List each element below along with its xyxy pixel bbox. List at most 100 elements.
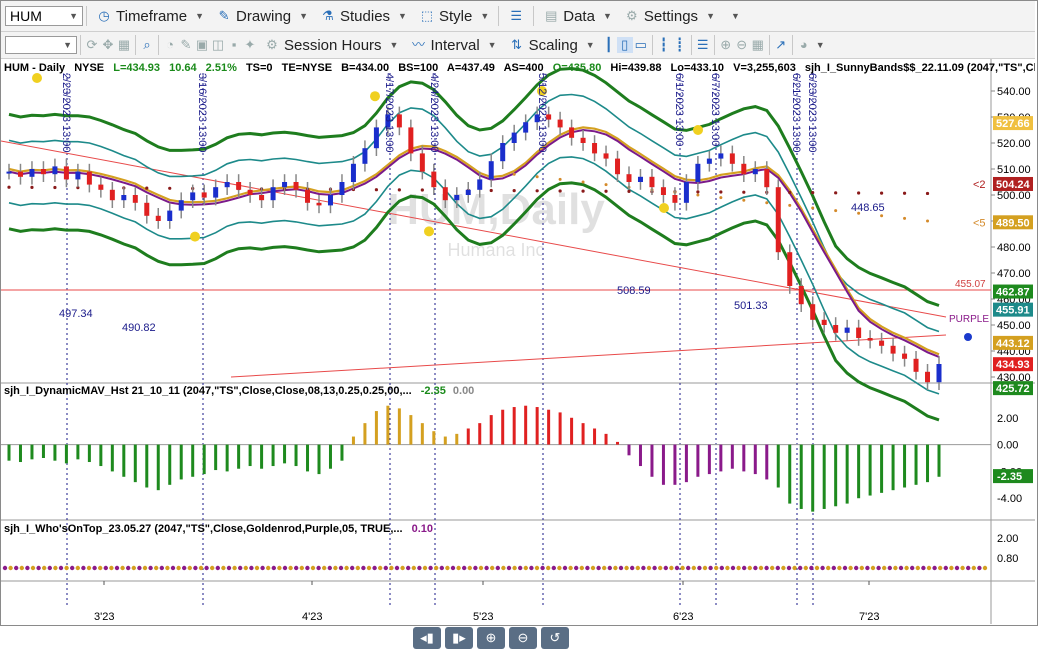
candle-body: [109, 189, 115, 201]
tools-icon[interactable]: ✦: [242, 37, 258, 53]
scroll-left-icon[interactable]: ◂▮: [413, 627, 441, 649]
overflow-button[interactable]: ▼: [721, 4, 746, 28]
whos-on-top-dot: [260, 565, 265, 571]
level-dot: [834, 191, 838, 195]
chart-area[interactable]: HUM,Daily Humana Inc HUM - Daily NYSE L=…: [0, 59, 1038, 649]
interval-button[interactable]: 〰 Interval ▼: [404, 33, 502, 57]
whos-on-top-dot: [607, 565, 612, 571]
settings-button[interactable]: ⚙ Settings ▼: [618, 4, 721, 28]
whos-on-top-dot: [859, 565, 864, 571]
candle-body: [936, 364, 942, 383]
whos-on-top-dot: [792, 565, 797, 571]
chevron-down-icon[interactable]: ▼: [63, 40, 72, 50]
image-icon[interactable]: ▣: [194, 37, 210, 53]
hollow-candle-icon[interactable]: ▭: [633, 37, 649, 53]
style-button[interactable]: ⬚ Style ▼: [413, 4, 495, 28]
whos-on-top-dot: [960, 565, 965, 571]
scaling-button[interactable]: ⇅ Scaling ▼: [503, 33, 601, 57]
pivot-marker: [32, 73, 42, 83]
whos-on-top-dot: [338, 565, 344, 571]
whos-on-top-dot: [198, 565, 204, 571]
clock-icon: ◷: [98, 8, 110, 23]
price-axis-label: 540.00: [997, 86, 1031, 98]
whos-on-top-dot: [204, 565, 209, 571]
grid-view-icon[interactable]: ▦: [750, 37, 766, 53]
date-marker-label: 4/24/2023 13:00: [428, 73, 440, 153]
whos-on-top-dot: [882, 565, 887, 571]
header-bid: B=434.00: [341, 62, 389, 74]
crosshair-icon[interactable]: ✥: [100, 37, 116, 53]
drawing-button[interactable]: ✎ Drawing ▼: [210, 4, 314, 28]
chart-icon[interactable]: ◫: [210, 37, 226, 53]
whos-on-top-dot: [529, 565, 534, 571]
histogram-bar: [604, 433, 608, 445]
whos-on-top-dot: [714, 565, 719, 571]
symbol-combo[interactable]: HUM ▼: [5, 6, 83, 26]
tick-icon[interactable]: ┋: [672, 37, 688, 53]
zoom-in-icon[interactable]: ⊕: [477, 627, 505, 649]
cursor-icon[interactable]: ⟳: [84, 37, 100, 53]
whos-on-top-dot: [277, 565, 282, 571]
whos-on-top-dot: [422, 565, 428, 571]
histogram-bar: [202, 444, 206, 475]
level-dot: [926, 219, 930, 223]
whos-on-top-dot: [613, 565, 618, 571]
whos-on-top-dot: [53, 565, 58, 571]
histogram-bar: [122, 444, 126, 477]
whos-on-top-dot: [249, 565, 254, 571]
scaling-label: Scaling: [528, 36, 578, 54]
timeframe-button[interactable]: ◷ Timeframe ▼: [90, 4, 210, 28]
layout-button[interactable]: ☰: [502, 4, 530, 28]
objects-icon[interactable]: ▪: [226, 37, 242, 53]
chevron-down-icon[interactable]: ▼: [816, 40, 825, 50]
level-dot: [53, 185, 57, 190]
whos-on-top-dot: [590, 565, 596, 571]
separator: [135, 35, 136, 55]
bar-chart-icon[interactable]: ┃: [601, 37, 617, 53]
edit-icon[interactable]: ✎: [178, 37, 194, 53]
candle-body: [718, 153, 724, 159]
x-axis-label: 6'23: [673, 611, 693, 623]
grid-icon[interactable]: ▦: [116, 37, 132, 53]
reset-icon[interactable]: ↺: [541, 627, 569, 649]
zoom-in-icon[interactable]: ⊕: [718, 37, 734, 53]
pivot-marker: [190, 231, 200, 242]
candle-body: [890, 345, 896, 354]
volume-icon[interactable]: ┇: [656, 37, 672, 53]
candlestick-icon[interactable]: ▯: [616, 37, 633, 53]
chevron-down-icon: ▼: [299, 11, 308, 21]
studies-button[interactable]: ⚗ Studies ▼: [314, 4, 413, 28]
candle-body: [580, 137, 586, 143]
whos-on-top-dot: [238, 565, 243, 571]
chevron-down-icon[interactable]: ▼: [69, 11, 78, 21]
histogram-bar: [420, 423, 424, 445]
whos-on-top-dot: [904, 565, 909, 571]
level-dot: [7, 185, 11, 189]
whos-on-top-dot: [86, 565, 92, 571]
whos-on-top-dot: [428, 565, 433, 571]
speedometer-icon[interactable]: ◕: [796, 37, 812, 53]
pencil-icon: ✎: [218, 8, 230, 23]
whos-on-top-dot: [126, 565, 131, 571]
whos-on-top-dot: [574, 565, 579, 571]
annotation-497: 497.34: [59, 308, 93, 320]
speed-icon[interactable]: ◔: [162, 37, 178, 53]
histogram-bar: [76, 444, 80, 460]
layout-icon[interactable]: ☰: [695, 37, 711, 53]
zoom-out-icon[interactable]: ⊖: [734, 37, 750, 53]
scroll-right-icon[interactable]: ▮▸: [445, 627, 473, 649]
whos-on-top-dot: [406, 565, 411, 571]
whos-on-top-dot: [355, 565, 360, 571]
price-tag-label: 443.12: [996, 338, 1030, 350]
trend-icon[interactable]: ↗: [773, 37, 789, 53]
zoom-icon[interactable]: ⌕: [139, 37, 155, 53]
session-hours-button[interactable]: ⚙ Session Hours ▼: [258, 33, 404, 57]
drawing-object-combo[interactable]: ▼: [5, 36, 77, 54]
zoom-out-icon[interactable]: ⊖: [509, 627, 537, 649]
data-button[interactable]: ▤ Data ▼: [537, 4, 618, 28]
whos-on-top-dot: [490, 565, 495, 571]
whos-on-top-dot: [523, 565, 528, 571]
layout-icon: ☰: [510, 8, 523, 23]
histogram-bar: [443, 436, 447, 445]
price-axis-label: 500.00: [997, 190, 1031, 202]
